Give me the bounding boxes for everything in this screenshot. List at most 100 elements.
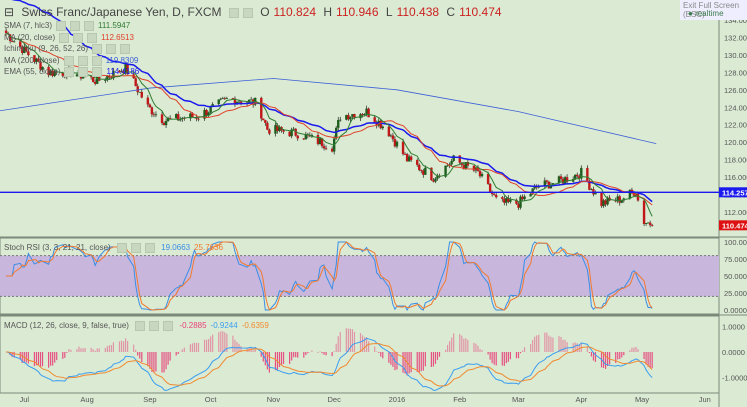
- time-tick-label: Apr: [575, 395, 587, 404]
- time-tick-label: Jul: [20, 395, 30, 404]
- candle-body: [501, 197, 504, 199]
- indicator-value: 119.8309: [105, 55, 139, 65]
- candle-body: [373, 117, 376, 123]
- candle-body: [434, 178, 437, 182]
- stoch-tick-label: 0.0000: [724, 306, 747, 315]
- candle-body: [588, 181, 591, 190]
- settings-icon[interactable]: [130, 243, 141, 253]
- candle-body: [282, 130, 285, 132]
- indicator-label[interactable]: Ichimoku (9, 26, 52, 26): [4, 44, 88, 53]
- candle-body: [450, 160, 453, 165]
- candle-body: [486, 173, 490, 184]
- settings-icon[interactable]: [242, 7, 253, 18]
- collapse-icon[interactable]: ⊟: [4, 5, 14, 19]
- stoch-label[interactable]: Stoch RSI (3, 3, 21, 21, close): [4, 243, 111, 252]
- eye-icon[interactable]: [59, 32, 70, 43]
- candle-body: [104, 80, 107, 81]
- stoch-k-value: 19.0663: [161, 243, 191, 253]
- candle-body: [140, 91, 143, 98]
- eye-icon[interactable]: [116, 243, 127, 253]
- candle-body: [262, 118, 265, 121]
- eye-icon[interactable]: [135, 321, 146, 331]
- eye-icon[interactable]: [56, 21, 67, 31]
- candle-body: [349, 116, 352, 120]
- symbol-title[interactable]: Swiss Franc/Japanese Yen, D, FXCM: [21, 5, 221, 19]
- close-icon[interactable]: [84, 21, 95, 31]
- candle-body: [339, 119, 342, 121]
- candle-body: [337, 120, 340, 128]
- time-tick-label: Mar: [512, 395, 525, 404]
- settings-icon[interactable]: [149, 321, 160, 331]
- close-icon[interactable]: [92, 67, 103, 77]
- eye-icon[interactable]: [63, 55, 74, 66]
- time-tick-label: Jun: [699, 395, 711, 404]
- time-tick-label: Dec: [328, 395, 342, 404]
- settings-icon[interactable]: [77, 55, 88, 66]
- macd-value: -0.9244: [210, 321, 238, 331]
- low-value: 110.438: [396, 5, 440, 19]
- candle-body: [458, 155, 461, 163]
- close-icon[interactable]: [120, 44, 131, 54]
- indicator-value: 111.5947: [98, 21, 131, 31]
- macd-label[interactable]: MACD (12, 26, close, 9, false, true): [4, 321, 129, 330]
- close-icon[interactable]: [144, 243, 155, 253]
- time-tick-label: Nov: [267, 395, 281, 404]
- candle-body: [154, 114, 158, 116]
- low-label: L: [385, 5, 393, 19]
- candle-body: [418, 164, 421, 171]
- price-tick-label: 132.000: [724, 33, 747, 42]
- candle-body: [268, 129, 271, 134]
- candle-body: [217, 99, 220, 105]
- candle-body: [523, 196, 526, 200]
- candle-body: [545, 180, 549, 182]
- close-value: 110.474: [459, 5, 502, 19]
- eye-icon[interactable]: [228, 7, 239, 18]
- candle-body: [492, 194, 496, 196]
- indicator-legend-row: MA (200, close) 119.8309: [4, 55, 142, 66]
- candle-body: [367, 108, 370, 118]
- ma200-line: [0, 78, 657, 145]
- candle-body: [264, 120, 267, 123]
- stoch-legend: Stoch RSI (3, 3, 21, 21, close) 19.0663 2…: [4, 243, 227, 253]
- stoch-tick-label: 25.0000: [724, 289, 747, 298]
- macd-hist-value: -0.2885: [179, 321, 207, 331]
- eye-icon[interactable]: [92, 44, 103, 54]
- candle-body: [381, 126, 384, 129]
- candle-body: [424, 167, 427, 175]
- candle-body: [160, 114, 164, 124]
- candle-body: [642, 200, 646, 224]
- macd-tick-label: 1.0000: [722, 323, 745, 332]
- high-label: H: [323, 5, 333, 19]
- settings-icon[interactable]: [70, 21, 81, 31]
- hline-price-label: 114.257: [722, 188, 747, 197]
- price-tick-label: 126.000: [724, 86, 747, 95]
- indicator-label[interactable]: SMA (7, hlc3): [4, 21, 52, 30]
- candle-body: [650, 225, 654, 226]
- candle-body: [391, 135, 395, 140]
- candle-body: [150, 107, 154, 115]
- indicator-label[interactable]: MA (200, close): [4, 56, 60, 65]
- close-icon[interactable]: [87, 32, 98, 43]
- price-tick-label: 118.000: [724, 156, 747, 165]
- time-tick-label: Feb: [453, 395, 466, 404]
- candle-body: [559, 176, 563, 179]
- price-tick-label: 128.000: [724, 68, 747, 77]
- time-tick-label: 2016: [389, 395, 406, 404]
- candle-body: [91, 77, 95, 82]
- settings-icon[interactable]: [73, 32, 84, 43]
- candle-body: [509, 199, 512, 202]
- candle-body: [266, 122, 269, 130]
- settings-icon[interactable]: [106, 44, 117, 54]
- settings-icon[interactable]: [78, 67, 89, 77]
- candle-body: [395, 141, 399, 147]
- indicator-label[interactable]: MA (20, close): [4, 33, 55, 42]
- eye-icon[interactable]: [64, 67, 75, 77]
- indicator-label[interactable]: EMA (55, close): [4, 67, 60, 76]
- candle-body: [586, 167, 589, 182]
- candle-body: [576, 174, 579, 177]
- close-icon[interactable]: [163, 321, 174, 331]
- candle-body: [648, 222, 652, 226]
- close-icon[interactable]: [91, 55, 102, 66]
- time-tick-label: May: [635, 395, 649, 404]
- indicator-legend-row: SMA (7, hlc3) 111.5947: [4, 21, 134, 31]
